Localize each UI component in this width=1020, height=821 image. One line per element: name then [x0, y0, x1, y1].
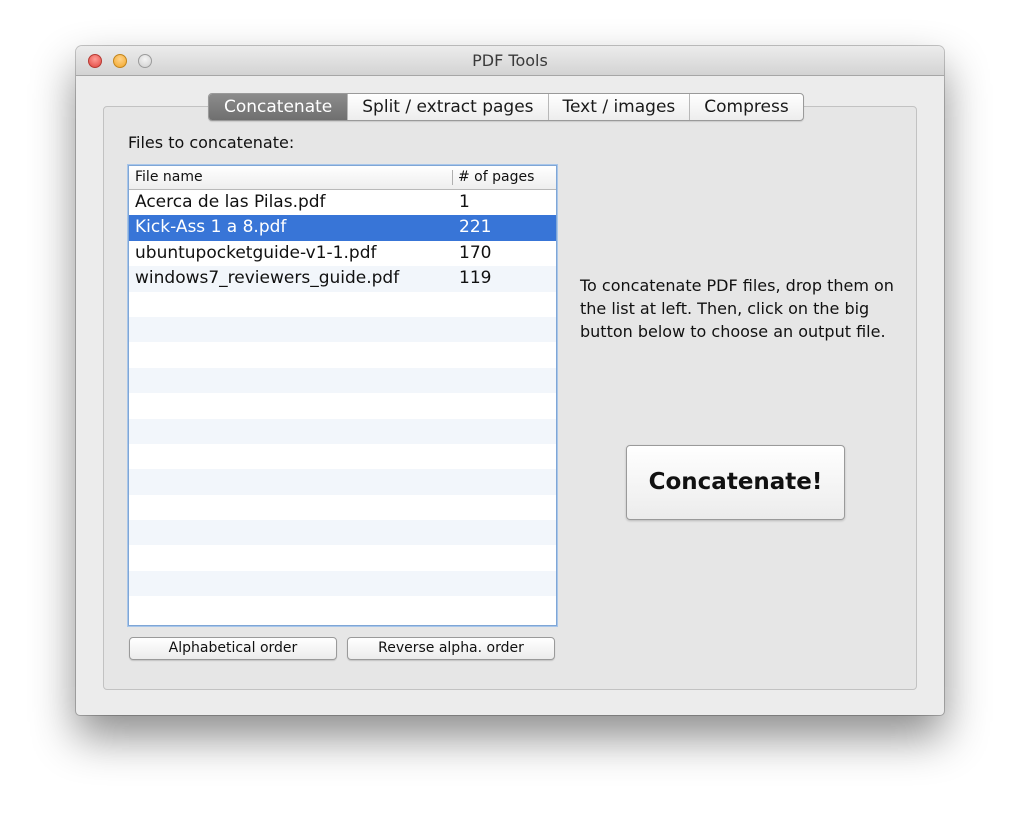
window-title: PDF Tools: [472, 51, 548, 70]
column-divider: [452, 170, 453, 185]
column-header-page-count[interactable]: # of pages: [458, 166, 534, 189]
empty-row: [129, 316, 556, 343]
empty-row: [129, 545, 556, 570]
empty-row: [129, 469, 556, 495]
zoom-window-button[interactable]: [138, 54, 152, 68]
page-count-cell: 119: [459, 268, 492, 289]
empty-row: [129, 342, 556, 367]
empty-row: [129, 596, 556, 621]
app-window: PDF Tools Concatenate Split / extract pa…: [76, 46, 944, 715]
file-name-cell: ubuntupocketguide-v1-1.pdf: [135, 242, 377, 263]
empty-row: [129, 292, 556, 317]
file-name-cell: Kick-Ass 1 a 8.pdf: [135, 217, 287, 238]
tab-split-extract-pages[interactable]: Split / extract pages: [347, 94, 547, 120]
file-name-cell: windows7_reviewers_guide.pdf: [135, 268, 400, 289]
empty-row: [129, 570, 556, 597]
tab-bar: Concatenate Split / extract pages Text /…: [208, 93, 804, 121]
instructions-text: To concatenate PDF files, drop them on t…: [580, 276, 894, 341]
file-row[interactable]: windows7_reviewers_guide.pdf 119: [129, 266, 556, 292]
empty-row: [129, 418, 556, 444]
file-row[interactable]: ubuntupocketguide-v1-1.pdf 170: [129, 241, 556, 266]
title-bar[interactable]: PDF Tools: [76, 46, 944, 76]
alphabetical-order-button[interactable]: Alphabetical order: [129, 637, 337, 660]
concatenate-button[interactable]: Concatenate!: [626, 445, 845, 520]
empty-row: [129, 495, 556, 520]
empty-row: [129, 444, 556, 469]
empty-row: [129, 367, 556, 394]
file-list-rows: Acerca de las Pilas.pdf 1 Kick-Ass 1 a 8…: [129, 190, 556, 622]
empty-row: [129, 520, 556, 546]
files-to-concatenate-label: Files to concatenate:: [128, 133, 295, 152]
minimize-window-button[interactable]: [113, 54, 127, 68]
tab-compress[interactable]: Compress: [689, 94, 802, 120]
file-row-selected[interactable]: Kick-Ass 1 a 8.pdf 221: [129, 215, 556, 241]
page-count-cell: 1: [459, 192, 470, 212]
file-row[interactable]: Acerca de las Pilas.pdf 1: [129, 190, 556, 215]
empty-row: [129, 393, 556, 418]
file-list[interactable]: File name # of pages Acerca de las Pilas…: [128, 165, 557, 626]
file-name-cell: Acerca de las Pilas.pdf: [135, 192, 326, 212]
column-header-file-name[interactable]: File name: [135, 166, 203, 189]
close-window-button[interactable]: [88, 54, 102, 68]
file-list-header: File name # of pages: [129, 166, 556, 190]
reverse-alpha-order-button[interactable]: Reverse alpha. order: [347, 637, 555, 660]
tab-concatenate[interactable]: Concatenate: [209, 94, 348, 120]
tab-text-images[interactable]: Text / images: [547, 94, 690, 120]
page-count-cell: 170: [459, 242, 492, 263]
page-count-cell: 221: [459, 217, 492, 238]
